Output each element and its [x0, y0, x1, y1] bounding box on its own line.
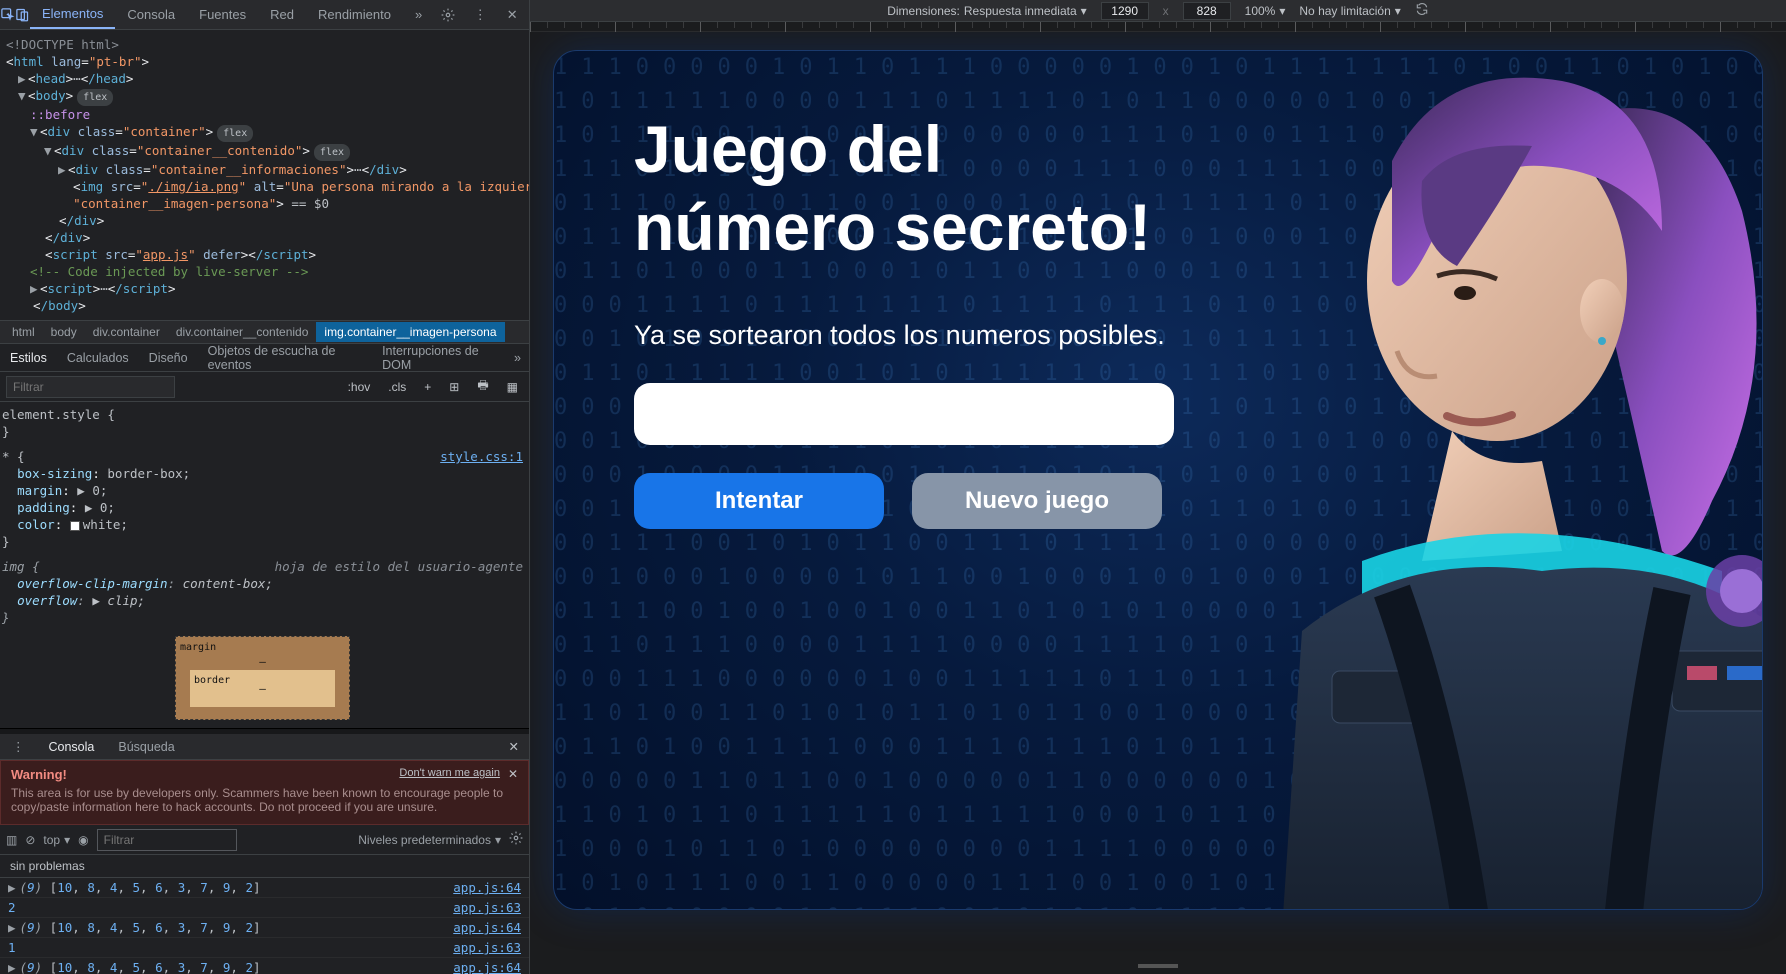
viewport-area: Dimensiones: Respuesta inmediata ▾ x 100… [530, 0, 1786, 974]
console-row[interactable]: 1app.js:63 [0, 938, 529, 958]
hov-toggle[interactable]: :hov [343, 378, 376, 396]
console-no-issues: sin problemas [0, 855, 529, 878]
elements-tree[interactable]: <!DOCTYPE html> <html lang="pt-br"> ▶<he… [0, 30, 529, 320]
nuevo-juego-button[interactable]: Nuevo juego [912, 473, 1162, 529]
styles-subtabs: Estilos Calculados Diseño Objetos de esc… [0, 344, 529, 372]
dim-x: x [1163, 4, 1169, 18]
grid-icon[interactable]: ▦ [502, 378, 523, 396]
subtab-estilos[interactable]: Estilos [0, 351, 57, 365]
zoom-dropdown[interactable]: 100% ▾ [1245, 4, 1286, 18]
warn-close-icon[interactable]: ✕ [508, 767, 518, 781]
tab-consola[interactable]: Consola [115, 0, 187, 29]
subtab-dom[interactable]: Interrupciones de DOM [372, 344, 506, 372]
crumb-img[interactable]: img.container__imagen-persona [316, 322, 504, 342]
number-input[interactable] [634, 383, 1174, 445]
device-toolbar: Dimensiones: Respuesta inmediata ▾ x 100… [530, 0, 1786, 22]
crumb-html[interactable]: html [4, 322, 43, 342]
console-drawer-tabs: ⋮ Consola Búsqueda ✕ [0, 734, 529, 760]
height-input[interactable] [1183, 2, 1231, 20]
drawer-kebab[interactable]: ⋮ [0, 739, 37, 754]
intentar-button[interactable]: Intentar [634, 473, 884, 529]
page-title: Juego del número secreto! [634, 111, 1194, 267]
console-selfxss-warning: ✕ Don't warn me again Warning! This area… [0, 760, 529, 825]
tab-rendimiento[interactable]: Rendimiento [306, 0, 403, 29]
settings-icon[interactable] [434, 1, 462, 29]
console-source-link[interactable]: app.js:63 [453, 900, 521, 915]
crumb-contenido[interactable]: div.container__contenido [168, 322, 317, 342]
console-source-link[interactable]: app.js:64 [453, 920, 521, 935]
console-eye-icon[interactable]: ◉ [78, 833, 88, 847]
width-input[interactable] [1101, 2, 1149, 20]
rotate-icon[interactable] [1415, 2, 1429, 19]
console-context-dropdown[interactable]: top ▾ [43, 833, 70, 847]
doctype: <!DOCTYPE html> [6, 37, 119, 52]
console-filter-input[interactable] [97, 829, 237, 851]
warn-dont-link[interactable]: Don't warn me again [399, 767, 500, 779]
drawer-close-icon[interactable]: ✕ [499, 739, 529, 754]
crumb-body[interactable]: body [43, 322, 85, 342]
print-icon[interactable]: 🖶 [472, 374, 493, 399]
rule-source-link[interactable]: style.css:1 [440, 448, 523, 465]
subtab-calculados[interactable]: Calculados [57, 351, 139, 365]
page-subtitle: Ya se sortearon todos los numeros posibl… [634, 317, 1194, 353]
warn-body: This area is for use by developers only.… [11, 786, 518, 814]
console-row[interactable]: ▶(9) [10, 8, 4, 5, 6, 3, 7, 9, 2]app.js:… [0, 958, 529, 974]
tab-red[interactable]: Red [258, 0, 306, 29]
console-toolbar: ▥ ⊘ top ▾ ◉ Niveles predeterminados ▾ [0, 825, 529, 855]
ruler [530, 22, 1786, 32]
new-rule-icon[interactable]: + [419, 378, 436, 396]
console-row[interactable]: 2app.js:63 [0, 898, 529, 918]
inspect-icon[interactable] [0, 1, 15, 29]
styles-filter-input[interactable] [6, 376, 175, 398]
rule-source-ua: hoja de estilo del usuario-agente [275, 558, 523, 575]
console-source-link[interactable]: app.js:64 [453, 880, 521, 895]
drawer-tab-busqueda[interactable]: Búsqueda [106, 740, 186, 754]
drawer-tab-consola[interactable]: Consola [37, 740, 107, 754]
tab-elementos[interactable]: Elementos [30, 0, 115, 29]
devtools-panel: Elementos Consola Fuentes Red Rendimient… [0, 0, 530, 974]
elements-breadcrumb[interactable]: html body div.container div.container__c… [0, 320, 529, 344]
subtab-more[interactable]: » [506, 351, 529, 365]
element-style-rule[interactable]: element.style { [2, 406, 523, 423]
cls-toggle[interactable]: .cls [383, 378, 411, 396]
console-sidebar-icon[interactable]: ▥ [6, 833, 17, 847]
viewport-resize-handle[interactable] [1138, 964, 1178, 968]
device-dropdown[interactable]: Dimensiones: Respuesta inmediata ▾ [887, 4, 1086, 18]
throttle-dropdown[interactable]: No hay limitación ▾ [1299, 4, 1400, 18]
console-log[interactable]: ▶(9) [10, 8, 4, 5, 6, 3, 7, 9, 2]app.js:… [0, 878, 529, 974]
devtools-tabs: Elementos Consola Fuentes Red Rendimient… [0, 0, 529, 30]
console-source-link[interactable]: app.js:63 [453, 940, 521, 955]
console-clear-icon[interactable]: ⊘ [25, 833, 35, 847]
rendered-page: 1110000010110111000001001011111110100110… [553, 50, 1763, 910]
box-model: margin – border – [175, 636, 350, 720]
tab-more[interactable]: » [403, 0, 434, 29]
computed-icon[interactable]: ⊞ [444, 378, 464, 396]
console-row[interactable]: ▶(9) [10, 8, 4, 5, 6, 3, 7, 9, 2]app.js:… [0, 878, 529, 898]
subtab-diseno[interactable]: Diseño [139, 351, 198, 365]
crumb-container[interactable]: div.container [85, 322, 168, 342]
console-row[interactable]: ▶(9) [10, 8, 4, 5, 6, 3, 7, 9, 2]app.js:… [0, 918, 529, 938]
tab-fuentes[interactable]: Fuentes [187, 0, 258, 29]
console-settings-icon[interactable] [509, 831, 523, 848]
close-devtools-icon[interactable]: ✕ [498, 1, 526, 29]
subtab-eventos[interactable]: Objetos de escucha de eventos [198, 344, 372, 372]
styles-filter-row: :hov .cls + ⊞ 🖶 ▦ [0, 372, 529, 402]
kebab-icon[interactable]: ⋮ [466, 1, 494, 29]
console-source-link[interactable]: app.js:64 [453, 960, 521, 974]
console-levels-dropdown[interactable]: Niveles predeterminados ▾ [358, 833, 501, 847]
styles-body: element.style { } style.css:1 * { box-si… [0, 402, 529, 728]
device-toggle-icon[interactable] [15, 1, 30, 29]
